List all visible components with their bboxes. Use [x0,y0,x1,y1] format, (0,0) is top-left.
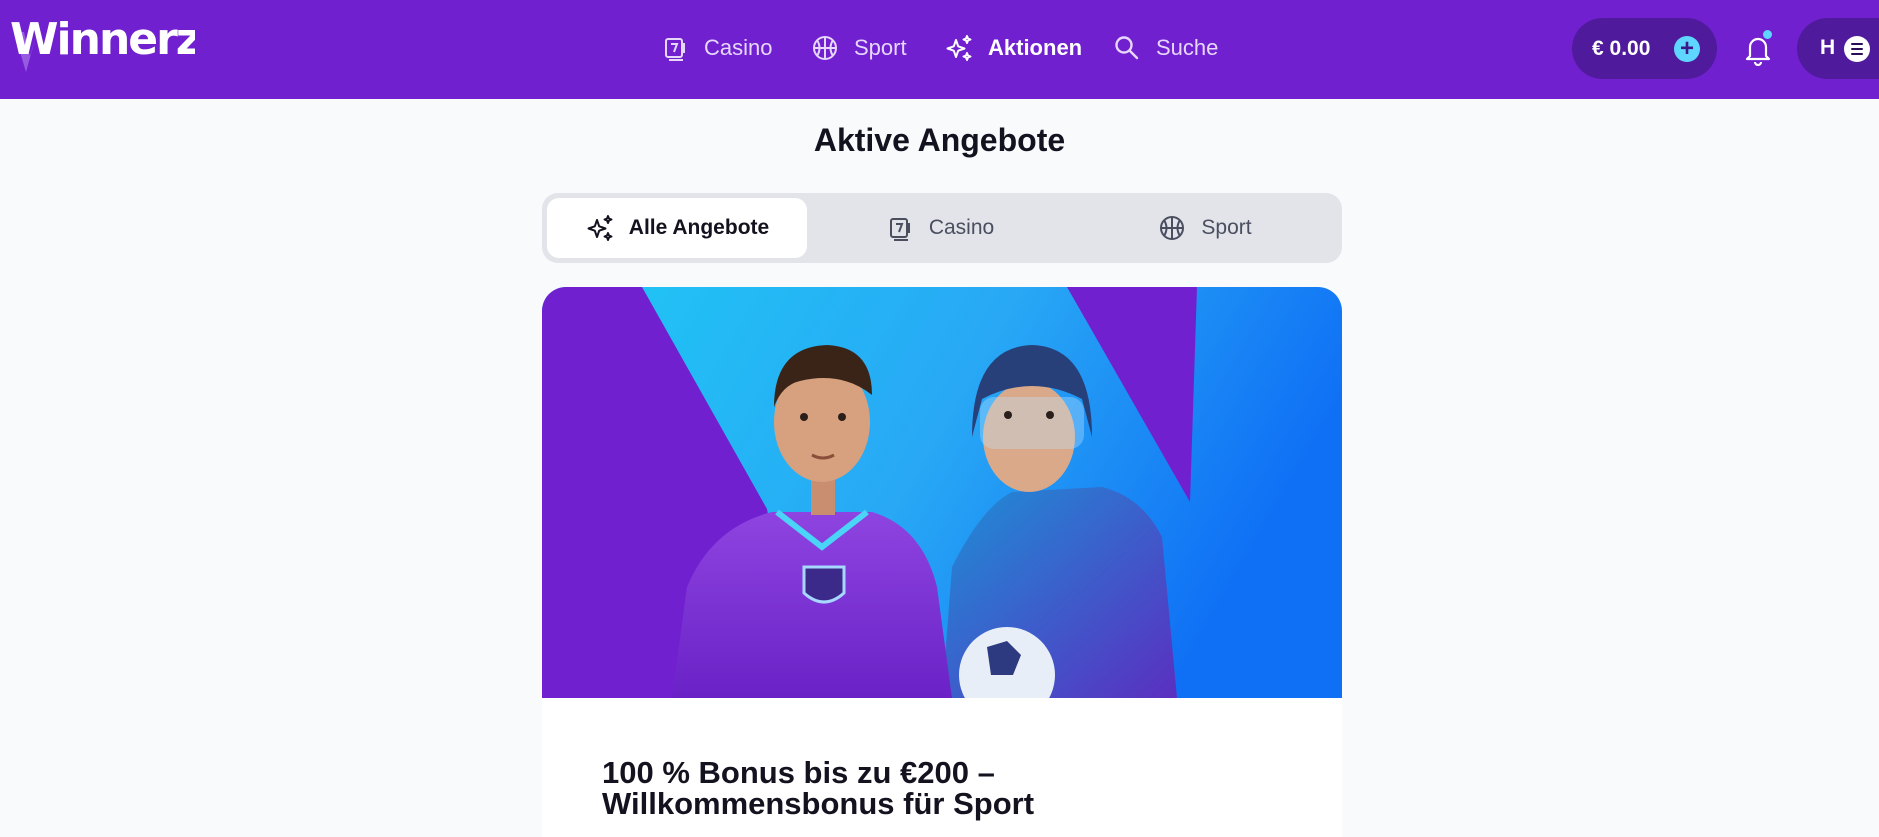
page-title: Aktive Angebote [813,122,1066,158]
tab-label: Alle Angebote [628,216,770,239]
nav-item-label: Sport [854,35,907,60]
nav-item-suche[interactable]: Suche [1112,27,1218,69]
promo-card[interactable]: 100 % Bonus bis zu €200 – Willkommensbon… [542,287,1342,837]
sparkle-icon [585,213,615,243]
sparkle-icon [944,33,974,63]
nav-item-sport[interactable]: Sport [810,27,907,69]
svg-text:Winnerz: Winnerz [10,14,195,65]
promo-banner-image[interactable] [542,287,1342,698]
user-menu-button[interactable]: H [1797,18,1879,79]
offer-filter-tabs: Alle Angebote Casino Sport [542,193,1342,263]
balance-button[interactable]: € 0.00 + [1572,18,1717,79]
plus-icon[interactable]: + [1674,36,1700,62]
nav-item-label: Suche [1156,35,1219,60]
balance-amount: € 0.00 [1592,36,1651,60]
tab-label: Sport [1201,216,1252,239]
nav-item-label: Casino [704,35,773,60]
notification-dot [1763,30,1772,39]
search-icon [1112,33,1142,63]
tab-sport[interactable]: Sport [1072,198,1337,258]
slot-card-icon [885,213,915,243]
nav-item-casino[interactable]: Casino [660,27,772,69]
winnerz-logo[interactable]: Winnerz [10,14,202,74]
ball-icon [810,33,840,63]
notifications-button[interactable] [1742,30,1774,67]
avatar-initial: H [1820,36,1836,59]
tab-alle-angebote[interactable]: Alle Angebote [547,198,807,258]
nav-item-label: Aktionen [988,35,1083,60]
ball-icon [1157,213,1187,243]
slot-card-icon [660,33,690,63]
promo-title[interactable]: 100 % Bonus bis zu €200 – Willkommensbon… [602,757,1282,819]
top-navigation-bar: Winnerz Casino Sport Aktionen Suche € 0.… [0,0,1879,99]
hamburger-icon [1844,36,1870,62]
tab-label: Casino [928,216,995,239]
nav-item-aktionen[interactable]: Aktionen [944,27,1082,69]
tab-casino[interactable]: Casino [807,198,1072,258]
